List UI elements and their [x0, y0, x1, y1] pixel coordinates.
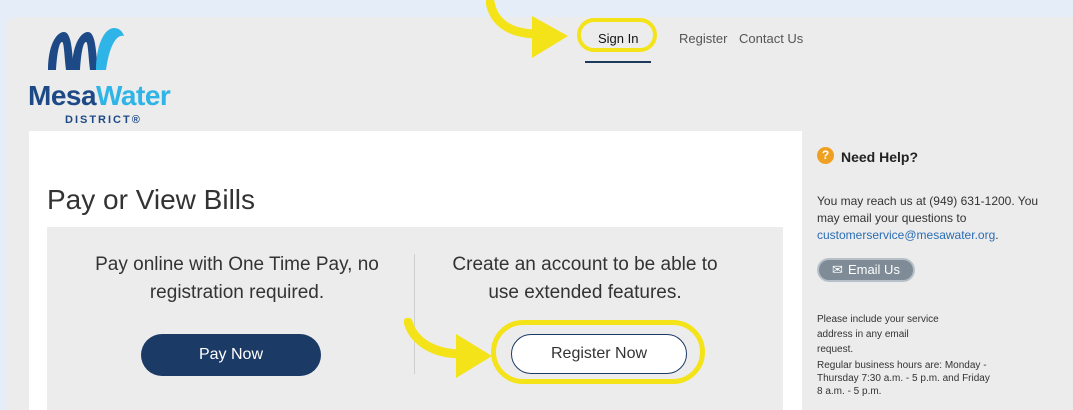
- one-time-pay-text: Pay online with One Time Pay, no registr…: [95, 254, 379, 303]
- annotation-arrow-icon: [404, 318, 492, 378]
- active-nav-underline: [585, 61, 651, 63]
- nav-contact-us[interactable]: Contact Us: [739, 31, 803, 46]
- nav-sign-in[interactable]: Sign In: [598, 31, 638, 46]
- mesa-water-logo[interactable]: MesaWater DISTRICT®: [28, 26, 171, 126]
- mail-icon: ✉: [832, 262, 843, 277]
- annotation-arrow-icon: [486, 0, 568, 58]
- business-hours: Regular business hours are: Monday - Thu…: [817, 360, 990, 397]
- email-note: Please include your service address in a…: [817, 314, 939, 355]
- email-us-button[interactable]: ✉ Email Us: [817, 258, 915, 282]
- help-contact-text: You may reach us at (949) 631-1200. You …: [817, 194, 1039, 242]
- logo-wordmark: MesaWater: [28, 80, 171, 111]
- logo-district: DISTRICT®: [65, 114, 142, 126]
- question-icon: ?: [817, 147, 834, 164]
- email-link[interactable]: customerservice@mesawater.org: [817, 228, 995, 242]
- help-title: Need Help?: [841, 149, 919, 165]
- nav-register[interactable]: Register: [679, 31, 727, 46]
- register-text: Create an account to be able to use exte…: [452, 254, 718, 303]
- pay-now-button[interactable]: Pay Now: [141, 334, 321, 376]
- logo-waves-icon: [48, 28, 124, 70]
- register-now-highlight: [491, 320, 705, 384]
- page-title: Pay or View Bills: [47, 184, 256, 215]
